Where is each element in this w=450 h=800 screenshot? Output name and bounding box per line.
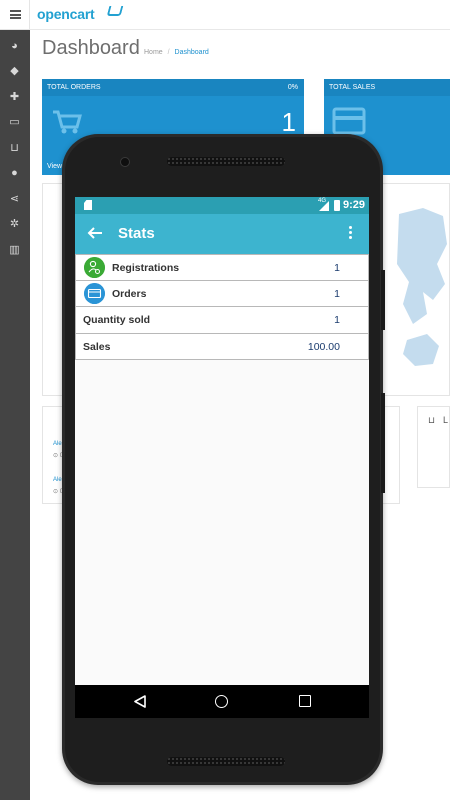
- breadcrumb-current[interactable]: Dashboard: [175, 49, 209, 56]
- brand-logo[interactable]: opencart: [37, 6, 95, 22]
- stat-label: Registrations: [112, 262, 180, 274]
- stat-label: Quantity sold: [83, 314, 151, 326]
- status-time: 9:29: [343, 199, 366, 211]
- admin-sidebar: ◕ ◆ ✚ ▭ ⊔ ● ⋖ ✲ ▥: [0, 0, 30, 800]
- activity-link[interactable]: Ale: [53, 477, 62, 483]
- latest-orders-panel: ⊔ L: [417, 406, 450, 488]
- toolbar-title: Stats: [118, 225, 155, 242]
- phone-screen: 4G 9:29 Stats Registrations 1 Orders 1 Q…: [75, 197, 369, 718]
- battery-icon: [334, 200, 340, 211]
- page-title: Dashboard: [42, 37, 140, 59]
- stat-label: Sales: [83, 340, 111, 353]
- nav-back-icon[interactable]: [134, 695, 146, 708]
- stat-value: 1: [334, 314, 340, 326]
- tile-view-link[interactable]: View: [47, 163, 62, 170]
- overflow-menu-icon[interactable]: [349, 226, 353, 242]
- tag-icon[interactable]: ◆: [8, 65, 21, 78]
- share-icon[interactable]: ⋖: [8, 193, 21, 206]
- bottom-speaker-grille: [167, 757, 285, 766]
- user-icon[interactable]: ●: [8, 167, 21, 180]
- breadcrumb: Home / Dashboard: [144, 49, 209, 56]
- breadcrumb-home[interactable]: Home: [144, 49, 163, 56]
- network-type: 4G: [318, 198, 327, 204]
- stats-list: Registrations 1 Orders 1 Quantity sold 1…: [75, 254, 369, 360]
- nav-recents-icon[interactable]: [299, 695, 311, 707]
- user-add-icon: [84, 257, 105, 278]
- back-arrow-icon[interactable]: [87, 225, 103, 241]
- tile-header: TOTAL SALES: [324, 79, 450, 96]
- hamburger-icon: [10, 10, 21, 19]
- android-nav-bar: [75, 685, 369, 718]
- stat-row-registrations[interactable]: Registrations 1: [75, 254, 369, 281]
- front-camera: [120, 157, 130, 167]
- stat-row-orders[interactable]: Orders 1: [75, 280, 369, 307]
- tile-percent: 0%: [287, 84, 298, 91]
- stat-value: 1: [334, 262, 340, 274]
- world-map: [397, 208, 447, 366]
- menu-toggle-button[interactable]: [0, 0, 30, 30]
- cart-icon[interactable]: ⊔: [8, 142, 21, 155]
- credit-card-icon: [84, 282, 105, 304]
- tile-header: TOTAL ORDERS 0%: [42, 79, 304, 96]
- stat-label: Orders: [112, 287, 147, 300]
- monitor-icon[interactable]: ▭: [8, 116, 21, 129]
- app-toolbar: Stats: [75, 214, 369, 254]
- nav-home-icon[interactable]: [215, 695, 228, 708]
- admin-header: opencart: [30, 0, 450, 30]
- top-speaker-grille: [167, 157, 285, 166]
- gear-icon[interactable]: ✲: [8, 218, 21, 231]
- dashboard-icon[interactable]: ◕: [8, 40, 21, 53]
- cart-icon: [53, 110, 82, 134]
- tile-title: TOTAL ORDERS: [47, 84, 101, 91]
- stat-row-sales[interactable]: Sales 100.00: [75, 333, 369, 360]
- stat-value: 100.00: [307, 340, 340, 353]
- stat-value: 1: [334, 287, 340, 300]
- breadcrumb-separator: /: [167, 49, 170, 56]
- tile-title: TOTAL SALES: [329, 84, 376, 91]
- status-bar: 4G 9:29: [75, 197, 369, 214]
- bar-chart-icon[interactable]: ▥: [8, 244, 21, 257]
- power-button: [381, 270, 385, 330]
- cart-icon: ⊔: [428, 415, 436, 425]
- sd-card-icon: [84, 200, 92, 210]
- panel-title: L: [443, 415, 449, 425]
- volume-button: [381, 393, 385, 493]
- logo-cart-icon: [106, 6, 124, 16]
- stat-row-quantity-sold[interactable]: Quantity sold 1: [75, 307, 369, 334]
- activity-link[interactable]: Ale: [53, 441, 62, 447]
- puzzle-icon[interactable]: ✚: [8, 91, 21, 104]
- credit-card-icon: [332, 107, 366, 135]
